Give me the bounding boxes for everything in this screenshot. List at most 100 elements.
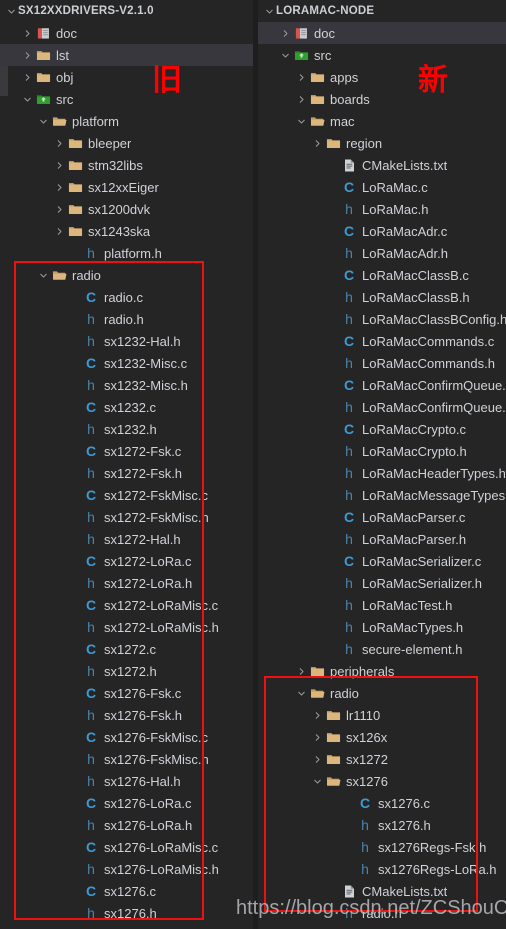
tree-item[interactable]: C LoRaMacSerializer.c [258, 550, 506, 572]
tree-item[interactable]: h sx1276-LoRaMisc.h [0, 858, 253, 880]
tree-item[interactable]: Csx1272-Fsk.c [0, 440, 253, 462]
tree-item[interactable]: h LoRaMacClassBConfig.h [258, 308, 506, 330]
chevron-right-icon[interactable] [294, 666, 308, 677]
chevron-right-icon[interactable] [52, 160, 66, 171]
tree-item[interactable]: Csx1276-LoRa.c [0, 792, 253, 814]
tree-item[interactable]: h LoRaMacMessageTypes.h [258, 484, 506, 506]
tree-item[interactable]: peripherals [258, 660, 506, 682]
tree-item[interactable]: lst [0, 44, 253, 66]
tree-item[interactable]: C LoRaMacAdr.c [258, 220, 506, 242]
chevron-down-icon[interactable] [310, 776, 324, 787]
tree-item[interactable]: stm32libs [0, 154, 253, 176]
tree-item[interactable]: C LoRaMacCrypto.c [258, 418, 506, 440]
tree-item[interactable]: h LoRaMacSerializer.h [258, 572, 506, 594]
tree-item[interactable]: bleeper [0, 132, 253, 154]
tree-item[interactable]: h sx1276.h [258, 814, 506, 836]
tree-item[interactable]: h sx1276-FskMisc.h [0, 748, 253, 770]
tree-item[interactable]: Cradio.c [0, 286, 253, 308]
tree-item[interactable]: h LoRaMacClassB.h [258, 286, 506, 308]
tree-item[interactable]: Csx1272-LoRaMisc.c [0, 594, 253, 616]
chevron-down-icon[interactable] [36, 116, 50, 127]
chevron-down-icon[interactable] [262, 6, 276, 17]
tree-item[interactable]: boards [258, 88, 506, 110]
tree-item[interactable]: lr1110 [258, 704, 506, 726]
tree-item[interactable]: Csx1232.c [0, 396, 253, 418]
tree-item[interactable]: h platform.h [0, 242, 253, 264]
new-project-tree-pane[interactable]: LORAMAC-NODE doc src apps boards mac region CMa… [258, 0, 506, 929]
chevron-right-icon[interactable] [52, 182, 66, 193]
tree-item[interactable]: h LoRaMacCrypto.h [258, 440, 506, 462]
tree-item[interactable]: system [258, 924, 506, 929]
chevron-right-icon[interactable] [52, 204, 66, 215]
tree-root-right_panel[interactable]: LORAMAC-NODE [258, 0, 506, 22]
tree-item[interactable]: radio [258, 682, 506, 704]
tree-item[interactable]: h radio.h [0, 308, 253, 330]
tree-item[interactable]: mac [258, 110, 506, 132]
chevron-down-icon[interactable] [278, 50, 292, 61]
tree-root-left_panel[interactable]: SX12XXDRIVERS-V2.1.0 [0, 0, 253, 22]
chevron-right-icon[interactable] [310, 710, 324, 721]
tree-item[interactable]: C LoRaMacConfirmQueue.c [258, 374, 506, 396]
tree-item[interactable]: h sx1272.h [0, 660, 253, 682]
tree-item[interactable]: h LoRaMac.h [258, 198, 506, 220]
tree-item[interactable]: h sx1276-Hal.h [0, 770, 253, 792]
tree-item[interactable]: h LoRaMacAdr.h [258, 242, 506, 264]
chevron-right-icon[interactable] [310, 754, 324, 765]
tree-item[interactable]: Csx1272-FskMisc.c [0, 484, 253, 506]
tree-item[interactable]: h sx1276Regs-Fsk.h [258, 836, 506, 858]
tree-item[interactable]: C LoRaMacCommands.c [258, 330, 506, 352]
tree-item[interactable]: h LoRaMacTest.h [258, 594, 506, 616]
tree-item[interactable]: h sx1232-Hal.h [0, 330, 253, 352]
tree-item[interactable]: sx1200dvk [0, 198, 253, 220]
tree-item[interactable]: h sx1232-Misc.h [0, 374, 253, 396]
chevron-right-icon[interactable] [20, 72, 34, 83]
tree-item[interactable]: h LoRaMacHeaderTypes.h [258, 462, 506, 484]
tree-item[interactable]: h sx1272-LoRa.h [0, 572, 253, 594]
tree-item[interactable]: region [258, 132, 506, 154]
tree-item[interactable]: Csx1276.c [258, 792, 506, 814]
tree-item[interactable]: h LoRaMacConfirmQueue.h [258, 396, 506, 418]
tree-item[interactable]: Csx1272.c [0, 638, 253, 660]
tree-item[interactable]: h sx1276-LoRa.h [0, 814, 253, 836]
tree-item[interactable]: Csx1276.c [0, 880, 253, 902]
chevron-right-icon[interactable] [52, 226, 66, 237]
tree-item[interactable]: h secure-element.h [258, 638, 506, 660]
chevron-down-icon[interactable] [20, 94, 34, 105]
tree-item[interactable]: Csx1276-Fsk.c [0, 682, 253, 704]
tree-item[interactable]: h sx1276-Fsk.h [0, 704, 253, 726]
tree-item[interactable]: h sx1272-Fsk.h [0, 462, 253, 484]
tree-item[interactable]: CMakeLists.txt [258, 154, 506, 176]
chevron-down-icon[interactable] [36, 270, 50, 281]
tree-item[interactable]: sx12xxEiger [0, 176, 253, 198]
tree-item[interactable]: C LoRaMacClassB.c [258, 264, 506, 286]
tree-item[interactable]: C LoRaMacParser.c [258, 506, 506, 528]
chevron-right-icon[interactable] [20, 50, 34, 61]
tree-item[interactable]: radio [0, 264, 253, 286]
chevron-right-icon[interactable] [278, 28, 292, 39]
tree-item[interactable]: Csx1276-LoRaMisc.c [0, 836, 253, 858]
tree-item[interactable]: platform [0, 110, 253, 132]
tree-item[interactable]: sx126x [258, 726, 506, 748]
chevron-right-icon[interactable] [310, 732, 324, 743]
chevron-down-icon[interactable] [294, 688, 308, 699]
tree-item[interactable]: Csx1272-LoRa.c [0, 550, 253, 572]
tree-item[interactable]: h LoRaMacTypes.h [258, 616, 506, 638]
chevron-right-icon[interactable] [310, 138, 324, 149]
tree-item[interactable]: h LoRaMacCommands.h [258, 352, 506, 374]
tree-item[interactable]: obj [0, 66, 253, 88]
chevron-right-icon[interactable] [20, 28, 34, 39]
tree-item[interactable]: doc [258, 22, 506, 44]
tree-item[interactable]: C LoRaMac.c [258, 176, 506, 198]
old-project-tree-pane[interactable]: SX12XXDRIVERS-V2.1.0 doc lst obj src platform… [0, 0, 253, 929]
chevron-down-icon[interactable] [294, 116, 308, 127]
tree-item[interactable]: src [0, 88, 253, 110]
tree-item[interactable]: h sx1276.h [0, 902, 253, 924]
chevron-right-icon[interactable] [52, 138, 66, 149]
tree-item[interactable]: h sx1272-Hal.h [0, 528, 253, 550]
tree-item[interactable]: h sx1276Regs-LoRa.h [258, 858, 506, 880]
tree-item[interactable]: h sx1272-FskMisc.h [0, 506, 253, 528]
tree-item[interactable]: h LoRaMacParser.h [258, 528, 506, 550]
tree-item[interactable]: Csx1232-Misc.c [0, 352, 253, 374]
chevron-right-icon[interactable] [294, 94, 308, 105]
tree-item[interactable]: Csx1276-FskMisc.c [0, 726, 253, 748]
